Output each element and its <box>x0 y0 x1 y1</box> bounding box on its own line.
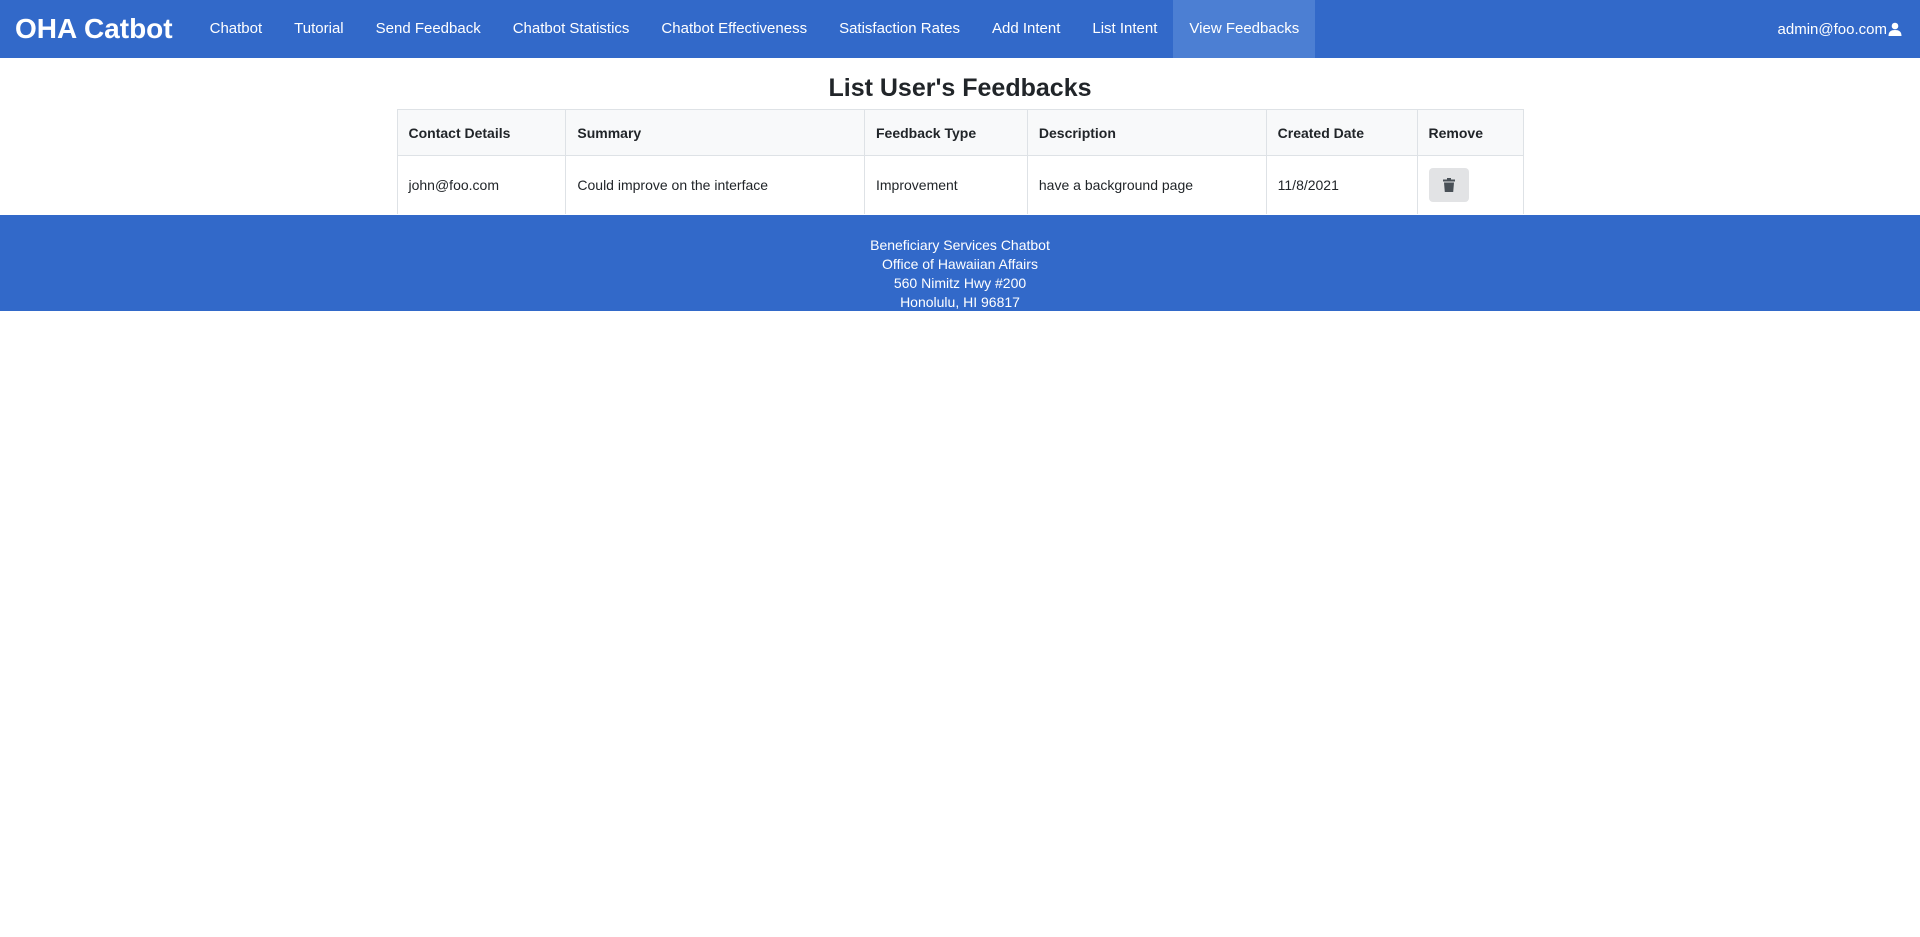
header-description: Description <box>1026 109 1267 156</box>
nav-item-send-feedback[interactable]: Send Feedback <box>360 0 497 58</box>
footer-line-address: 560 Nimitz Hwy #200 <box>893 275 1027 291</box>
user-menu[interactable]: admin@foo.com <box>1778 0 1902 58</box>
cell-feedback-type: Improvement <box>864 155 1028 214</box>
header-summary: Summary <box>565 109 865 156</box>
footer: Beneficiary Services Chatbot Office of H… <box>0 215 1920 311</box>
nav-item-list-intent[interactable]: List Intent <box>1076 0 1173 58</box>
nav-item-view-feedbacks[interactable]: View Feedbacks <box>1173 0 1316 58</box>
nav-menu: Chatbot Tutorial Send Feedback Chatbot S… <box>194 0 1316 58</box>
cell-contact: john@foo.com <box>396 155 567 214</box>
header-feedback-type: Feedback Type <box>864 109 1028 156</box>
top-navbar: OHA Catbot Chatbot Tutorial Send Feedbac… <box>0 0 1920 58</box>
cell-description: have a background page <box>1026 155 1267 214</box>
user-email: admin@foo.com <box>1777 20 1887 38</box>
footer-line-org: Office of Hawaiian Affairs <box>882 256 1038 272</box>
nav-item-chatbot-effectiveness[interactable]: Chatbot Effectiveness <box>645 0 823 58</box>
nav-item-tutorial[interactable]: Tutorial <box>278 0 359 58</box>
feedback-table-container: Contact Details Summary Feedback Type De… <box>396 109 1524 214</box>
nav-item-add-intent[interactable]: Add Intent <box>976 0 1076 58</box>
nav-item-chatbot-statistics[interactable]: Chatbot Statistics <box>497 0 646 58</box>
table-row: john@foo.com Could improve on the interf… <box>396 155 1524 214</box>
user-icon <box>1888 22 1902 36</box>
cell-remove <box>1416 155 1524 214</box>
header-remove: Remove <box>1416 109 1524 156</box>
cell-created-date: 11/8/2021 <box>1265 155 1418 214</box>
header-contact-details: Contact Details <box>396 109 567 156</box>
feedback-table: Contact Details Summary Feedback Type De… <box>396 109 1524 214</box>
trash-icon <box>1442 177 1455 192</box>
brand-logo[interactable]: OHA Catbot <box>0 0 188 58</box>
table-header-row: Contact Details Summary Feedback Type De… <box>396 109 1524 156</box>
delete-button[interactable] <box>1428 167 1469 202</box>
footer-line-title: Beneficiary Services Chatbot <box>870 237 1050 253</box>
page-title: List User's Feedbacks <box>828 74 1092 102</box>
footer-line-city: Honolulu, HI 96817 <box>900 294 1020 310</box>
nav-item-chatbot[interactable]: Chatbot <box>194 0 279 58</box>
cell-summary: Could improve on the interface <box>565 155 865 214</box>
header-created-date: Created Date <box>1265 109 1418 156</box>
nav-item-satisfaction-rates[interactable]: Satisfaction Rates <box>823 0 976 58</box>
